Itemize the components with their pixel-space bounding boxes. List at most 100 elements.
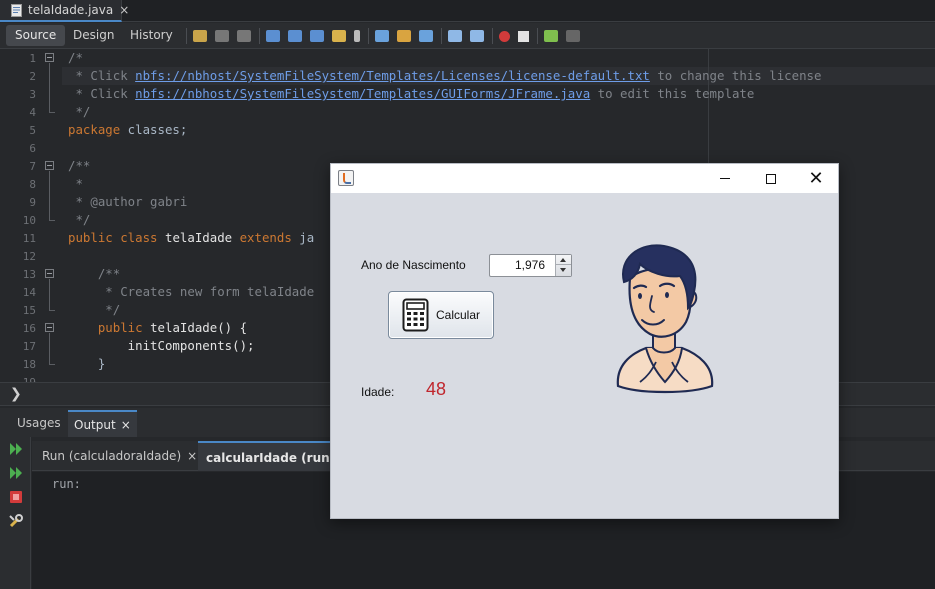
close-icon[interactable]: × [187, 449, 197, 463]
window-title-bar[interactable]: ✕ [331, 164, 838, 193]
spinner-up-arrow-icon[interactable] [556, 255, 571, 265]
code-keyword: extends [239, 230, 292, 245]
code-line: * Creates new form telaIdade [68, 284, 315, 299]
chevron-right-icon[interactable]: ❯ [10, 386, 22, 402]
code-line: package classes; [68, 121, 187, 139]
stop-macro-icon[interactable] [518, 30, 529, 42]
java-file-icon [11, 3, 23, 17]
fold-guide [49, 333, 50, 364]
next-bookmark-icon[interactable] [397, 30, 411, 42]
fold-guide [49, 63, 50, 112]
tab-run-calculadoraidade[interactable]: Run (calculadoraIdade) × [34, 441, 205, 471]
line-number: 6 [29, 142, 36, 155]
code-identifier: classes; [120, 122, 188, 137]
line-number: 4 [29, 106, 36, 119]
line-number: 8 [29, 178, 36, 191]
find-previous-icon[interactable] [288, 30, 302, 42]
idade-value: 48 [426, 379, 447, 399]
shift-left-icon[interactable] [448, 30, 462, 42]
code-line: public class telaIdade extends ja [68, 229, 314, 247]
tab-label: Usages [17, 416, 61, 430]
java-app-icon [338, 170, 354, 186]
code-line: */ [68, 104, 91, 119]
spinner-buttons [555, 255, 571, 276]
code-line: * Click nbfs://nbhost/SystemFileSystem/T… [68, 67, 821, 85]
code-line: /** [68, 266, 121, 281]
tab-design[interactable]: Design [64, 25, 123, 46]
code-identifier: ja [291, 230, 315, 245]
code-line: * Click nbfs://nbhost/SystemFileSystem/T… [68, 85, 754, 103]
minimize-button[interactable] [702, 164, 748, 193]
code-comment: to edit this template [590, 86, 755, 101]
code-keyword: public class [68, 230, 158, 245]
comment-icon[interactable] [544, 30, 558, 42]
line-number: 17 [22, 340, 36, 353]
fold-toggle[interactable] [45, 161, 54, 170]
code-line: /** [68, 158, 91, 173]
close-window-button[interactable]: ✕ [793, 164, 839, 193]
output-text: run: [52, 477, 81, 491]
spinner-down-arrow-icon[interactable] [556, 265, 571, 275]
stop-icon[interactable] [8, 489, 24, 505]
toolbar-separator [492, 28, 493, 44]
man-avatar-illustration [610, 244, 716, 396]
rerun-with-params-icon[interactable] [8, 465, 24, 481]
ano-nascimento-label: Ano de Nascimento [361, 258, 466, 272]
calcular-button[interactable]: Calcular [388, 291, 494, 339]
spinner-value[interactable]: 1,976 [515, 258, 545, 272]
maximize-icon [766, 173, 776, 184]
back-icon[interactable] [215, 30, 229, 42]
maximize-button[interactable] [748, 164, 794, 193]
code-keyword: package [68, 122, 121, 137]
ano-nascimento-spinner[interactable]: 1,976 [489, 254, 572, 277]
fold-guide [49, 279, 50, 310]
fold-guide [49, 310, 55, 311]
fold-guide [49, 171, 50, 220]
settings-tools-icon[interactable] [8, 513, 24, 529]
shift-right-icon[interactable] [470, 30, 484, 42]
close-icon[interactable]: × [119, 3, 129, 17]
file-tab-telaidade[interactable]: telaIdade.java × [0, 0, 129, 22]
forward-icon[interactable] [237, 30, 251, 42]
toggle-bookmark-icon[interactable] [419, 30, 433, 42]
code-comment: to change this license [649, 68, 822, 83]
record-macro-icon[interactable] [499, 30, 510, 42]
fold-guide [49, 220, 55, 221]
fold-toggle[interactable] [45, 269, 54, 278]
ide-window: telaIdade.java × Source Design History 1… [0, 0, 935, 589]
tab-history[interactable]: History [121, 25, 182, 46]
close-icon: ✕ [808, 168, 824, 189]
calcular-idade-window: ✕ Ano de Nascimento 1,976 Calcular Idade… [330, 163, 839, 519]
line-number: 12 [22, 250, 36, 263]
fold-guide [49, 364, 55, 365]
tab-usages[interactable]: Usages [11, 410, 67, 437]
fold-toggle[interactable] [45, 53, 54, 62]
editor-toolbar-icons [186, 26, 588, 46]
find-icon[interactable] [266, 30, 280, 42]
toolbar-separator [441, 28, 442, 44]
tab-label: Output [74, 418, 116, 432]
file-tab-label: telaIdade.java [28, 3, 114, 17]
previous-bookmark-icon[interactable] [375, 30, 389, 42]
fold-toggle[interactable] [45, 323, 54, 332]
line-number: 3 [29, 88, 36, 101]
code-line: } [68, 356, 106, 371]
find-next-icon[interactable] [310, 30, 324, 42]
calcular-button-label: Calcular [436, 308, 481, 322]
code-line: * [68, 176, 83, 191]
close-icon[interactable]: × [121, 418, 131, 432]
tab-source[interactable]: Source [6, 25, 66, 46]
line-number: 5 [29, 124, 36, 137]
output-side-toolbar [0, 437, 31, 589]
file-tab-bar: telaIdade.java × [0, 0, 935, 22]
calculator-icon [402, 298, 429, 332]
uncomment-icon[interactable] [566, 30, 580, 42]
line-number: 1 [29, 52, 36, 65]
guiform-template-link[interactable]: nbfs://nbhost/SystemFileSystem/Templates… [135, 86, 590, 101]
rerun-icon[interactable] [8, 441, 24, 457]
toggle-rect-selection-icon[interactable] [354, 30, 360, 42]
last-edit-icon[interactable] [193, 30, 207, 42]
toggle-highlight-icon[interactable] [332, 30, 346, 42]
license-template-link[interactable]: nbfs://nbhost/SystemFileSystem/Templates… [135, 68, 650, 83]
tab-output[interactable]: Output × [68, 410, 137, 437]
